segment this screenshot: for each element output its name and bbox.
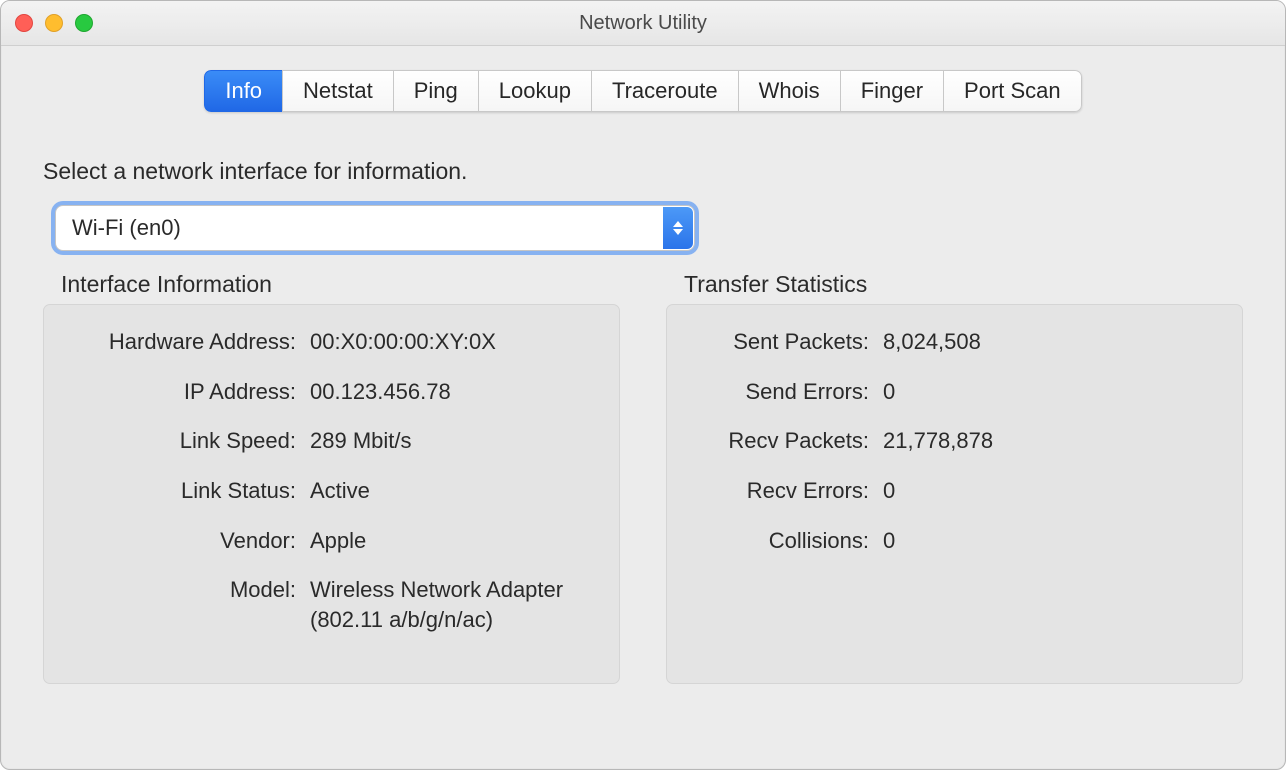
tab-netstat[interactable]: Netstat <box>282 70 393 112</box>
row-vendor: Vendor: Apple <box>66 526 597 556</box>
chevron-down-icon <box>673 229 683 235</box>
label-link-speed: Link Speed: <box>66 426 310 456</box>
row-ip-address: IP Address: 00.123.456.78 <box>66 377 597 407</box>
label-link-status: Link Status: <box>66 476 310 506</box>
tab-finger[interactable]: Finger <box>840 70 943 112</box>
row-recv-packets: Recv Packets: 21,778,878 <box>689 426 1220 456</box>
label-ip-address: IP Address: <box>66 377 310 407</box>
value-sent-packets: 8,024,508 <box>883 327 1220 357</box>
tab-lookup[interactable]: Lookup <box>478 70 591 112</box>
close-window-button[interactable] <box>15 14 33 32</box>
zoom-window-button[interactable] <box>75 14 93 32</box>
tabs: Info Netstat Ping Lookup Traceroute Whoi… <box>204 70 1081 112</box>
tab-traceroute[interactable]: Traceroute <box>591 70 738 112</box>
label-sent-packets: Sent Packets: <box>689 327 883 357</box>
row-link-status: Link Status: Active <box>66 476 597 506</box>
row-hardware-address: Hardware Address: 00:X0:00:00:XY:0X <box>66 327 597 357</box>
row-send-errors: Send Errors: 0 <box>689 377 1220 407</box>
value-send-errors: 0 <box>883 377 1220 407</box>
transfer-stats-fieldset: Transfer Statistics Sent Packets: 8,024,… <box>666 271 1243 684</box>
label-send-errors: Send Errors: <box>689 377 883 407</box>
tab-info[interactable]: Info <box>204 70 282 112</box>
tab-whois[interactable]: Whois <box>738 70 840 112</box>
panels: Interface Information Hardware Address: … <box>43 271 1243 684</box>
transfer-stats-legend: Transfer Statistics <box>684 271 1243 298</box>
transfer-stats-box: Sent Packets: 8,024,508 Send Errors: 0 R… <box>666 304 1243 684</box>
instruction-text: Select a network interface for informati… <box>43 158 1243 185</box>
label-collisions: Collisions: <box>689 526 883 556</box>
window-title: Network Utility <box>579 12 707 35</box>
value-recv-packets: 21,778,878 <box>883 426 1220 456</box>
interface-select-wrap: Wi-Fi (en0) <box>55 205 695 251</box>
tab-ping[interactable]: Ping <box>393 70 478 112</box>
content-area: Info Netstat Ping Lookup Traceroute Whoi… <box>1 46 1285 769</box>
interface-info-legend: Interface Information <box>61 271 620 298</box>
traffic-lights <box>15 14 93 32</box>
tab-bar: Info Netstat Ping Lookup Traceroute Whoi… <box>43 70 1243 112</box>
chevron-up-icon <box>673 221 683 227</box>
window: Network Utility Info Netstat Ping Lookup… <box>0 0 1286 770</box>
titlebar: Network Utility <box>1 1 1285 46</box>
value-recv-errors: 0 <box>883 476 1220 506</box>
value-collisions: 0 <box>883 526 1220 556</box>
interface-select-value: Wi-Fi (en0) <box>72 215 181 241</box>
row-collisions: Collisions: 0 <box>689 526 1220 556</box>
value-ip-address: 00.123.456.78 <box>310 377 597 407</box>
tab-port-scan[interactable]: Port Scan <box>943 70 1082 112</box>
value-link-speed: 289 Mbit/s <box>310 426 597 456</box>
value-vendor: Apple <box>310 526 597 556</box>
label-recv-packets: Recv Packets: <box>689 426 883 456</box>
label-hardware-address: Hardware Address: <box>66 327 310 357</box>
dropdown-stepper-icon <box>663 207 693 249</box>
label-vendor: Vendor: <box>66 526 310 556</box>
label-recv-errors: Recv Errors: <box>689 476 883 506</box>
value-hardware-address: 00:X0:00:00:XY:0X <box>310 327 597 357</box>
row-model: Model: Wireless Network Adapter (802.11 … <box>66 575 597 634</box>
label-model: Model: <box>66 575 310 634</box>
minimize-window-button[interactable] <box>45 14 63 32</box>
interface-info-fieldset: Interface Information Hardware Address: … <box>43 271 620 684</box>
value-model: Wireless Network Adapter (802.11 a/b/g/n… <box>310 575 597 634</box>
row-recv-errors: Recv Errors: 0 <box>689 476 1220 506</box>
interface-select[interactable]: Wi-Fi (en0) <box>55 205 695 251</box>
value-link-status: Active <box>310 476 597 506</box>
row-sent-packets: Sent Packets: 8,024,508 <box>689 327 1220 357</box>
interface-info-box: Hardware Address: 00:X0:00:00:XY:0X IP A… <box>43 304 620 684</box>
row-link-speed: Link Speed: 289 Mbit/s <box>66 426 597 456</box>
